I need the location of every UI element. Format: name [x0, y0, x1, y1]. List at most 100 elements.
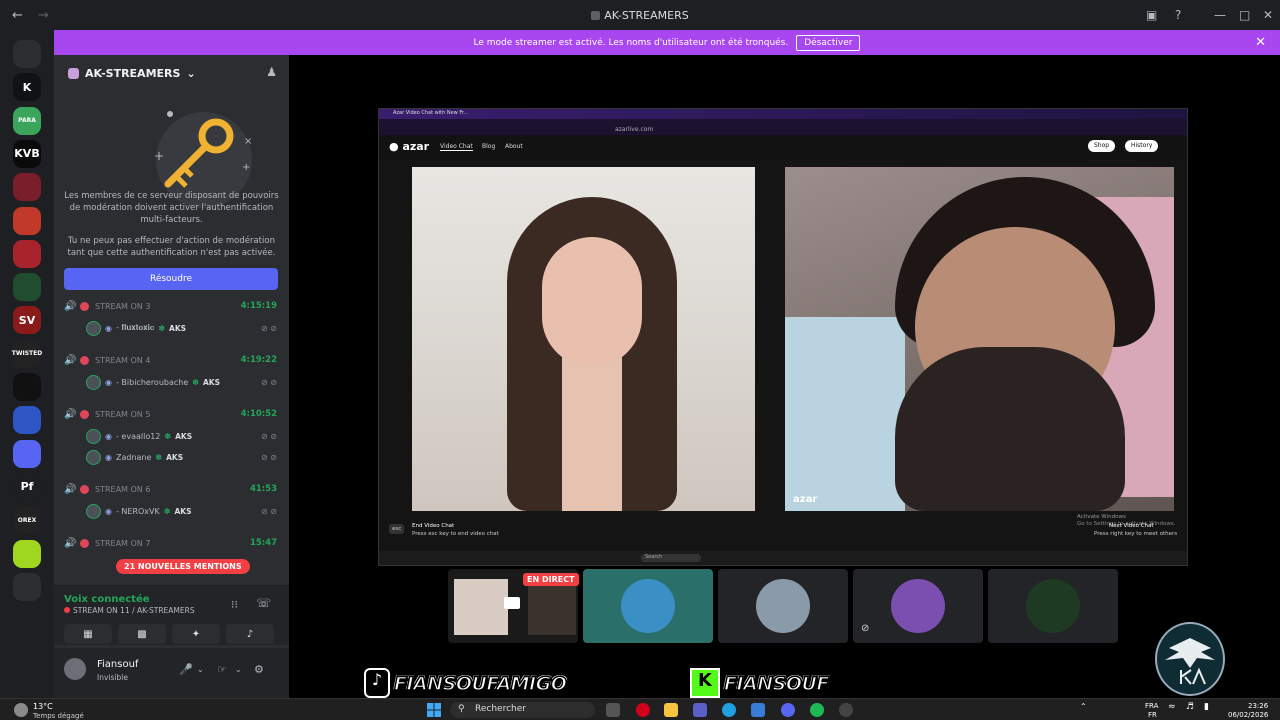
settings-gear-icon[interactable]: ⚙ — [254, 663, 264, 676]
volume-icon[interactable]: ♬ — [1186, 702, 1194, 712]
server-icon-8[interactable]: SV — [13, 306, 41, 335]
azar-logo-text: azar — [402, 140, 430, 153]
participant-tile-4[interactable]: ⊘ — [853, 569, 983, 643]
server-icon-12[interactable] — [13, 439, 41, 468]
discord-icon[interactable] — [781, 703, 795, 717]
voice-connected-label[interactable]: Voix connectée — [64, 594, 150, 605]
muted-icons: ⊘ ⊘ — [261, 431, 277, 441]
user-avatar[interactable] — [64, 658, 86, 680]
end-video-chat: End Video Chat — [412, 523, 455, 529]
voice-channel[interactable]: 🔊 STREAM ON 6 41:53 — [64, 480, 279, 498]
participant-tile-2[interactable] — [583, 569, 713, 643]
audio-options-chevron-icon[interactable]: ⌄ — [235, 665, 242, 674]
server-icon-13[interactable]: Pf — [13, 472, 41, 501]
store-icon[interactable] — [751, 703, 765, 717]
server-icon-0[interactable] — [13, 40, 41, 68]
invite-people-icon[interactable]: ♟ — [266, 65, 277, 79]
spotify-icon[interactable] — [810, 703, 824, 717]
clock-date[interactable]: 06/02/2026 — [1228, 711, 1268, 719]
voice-channel[interactable]: 🔊 STREAM ON 7 15:47 — [64, 534, 279, 552]
microphone-icon[interactable]: 🎤 — [179, 663, 193, 676]
voice-channel[interactable]: 🔊 STREAM ON 3 4:15:19 — [64, 297, 279, 315]
tiktok-username: FIANSOUFAMIGO — [393, 672, 567, 696]
soundboard-button[interactable]: ♪ — [226, 624, 274, 644]
voice-user[interactable]: ◉ - 𝐟𝐥𝐮𝐱𝐭𝐨𝐱𝐢𝐜 ✽ AKS ⊘ ⊘ — [86, 319, 279, 337]
screen-share-button[interactable]: ▩ — [118, 624, 166, 644]
server-icon-15[interactable] — [13, 539, 41, 568]
weather-icon[interactable] — [14, 703, 28, 717]
voice-user[interactable]: ◉ - NEROxVK ✽ AKS ⊘ ⊘ — [86, 502, 279, 520]
server-icon-5[interactable] — [13, 206, 41, 235]
battery-icon[interactable]: ▮ — [1204, 702, 1209, 712]
voice-channel-label[interactable]: STREAM ON 11 / AK-STREAMERS — [73, 606, 195, 615]
activities-button[interactable]: ✦ — [172, 624, 220, 644]
server-icon-1[interactable]: K — [13, 73, 41, 102]
language-indicator[interactable]: FRA — [1145, 702, 1158, 710]
activities-icon: ✦ — [191, 628, 201, 640]
wifi-icon[interactable]: ≈ — [1168, 702, 1176, 712]
user-name[interactable]: Fiansouf — [97, 659, 138, 670]
keyboard-layout[interactable]: FR — [1148, 711, 1157, 719]
voice-user[interactable]: ◉ - Bibicheroubache ✽ AKS ⊘ ⊘ — [86, 373, 279, 391]
maximize-icon[interactable]: □ — [1239, 8, 1250, 22]
participant-avatar-5 — [1026, 579, 1080, 633]
weather-desc[interactable]: Temps dégagé — [33, 712, 84, 720]
server-icon-6[interactable] — [13, 239, 41, 268]
user-tag: AKS — [169, 323, 187, 333]
verified-icon: ✽ — [155, 452, 163, 462]
disconnect-icon[interactable]: ☏ — [256, 596, 271, 610]
noise-suppression-icon[interactable]: ⁝⁝ — [231, 598, 238, 611]
windows-start-icon[interactable] — [427, 703, 441, 717]
mfa-warning-text: Tu ne peux pas effectuer d'action de mod… — [67, 236, 276, 258]
live-dot-icon — [80, 355, 89, 365]
server-icon-7[interactable] — [13, 273, 41, 302]
close-window-icon[interactable]: ✕ — [1263, 8, 1273, 22]
weather-temp[interactable]: 13°C — [33, 702, 53, 711]
voice-channel[interactable]: 🔊 STREAM ON 4 4:19:22 — [64, 351, 279, 369]
search-icon: ⚲ — [458, 704, 465, 714]
server-icon-4[interactable] — [13, 173, 41, 202]
server-icon-10[interactable] — [13, 373, 41, 401]
participant-tile-3[interactable] — [718, 569, 848, 643]
tray-chevron-icon[interactable]: ⌃ — [1080, 702, 1087, 711]
participant-tile-5[interactable] — [988, 569, 1118, 643]
inbox-icon[interactable]: ▣ — [1146, 8, 1157, 22]
user-tag: AKS — [174, 506, 192, 516]
app-icon-extra[interactable] — [839, 703, 853, 717]
screen-share-view[interactable]: Azar Video Chat with New Fr... azarlive.… — [378, 108, 1188, 566]
voice-user[interactable]: ◉ - evaallo12 ✽ AKS ⊘ ⊘ — [86, 427, 279, 445]
camera-off-button[interactable]: ▦ — [64, 624, 112, 644]
live-dot — [64, 607, 70, 613]
voice-user[interactable]: ◉ Zadnane ✽ AKS ⊘ ⊘ — [86, 448, 279, 466]
server-icon-3[interactable]: KVB — [13, 139, 41, 168]
edge-icon[interactable] — [722, 703, 736, 717]
next-video-chat: Next Video Chat — [1109, 523, 1154, 529]
server-header[interactable]: AK-STREAMERS ⌄ — [54, 55, 289, 91]
azar-nav-video-chat: Video Chat — [440, 143, 473, 151]
teams-icon[interactable] — [693, 703, 707, 717]
server-icon-2[interactable]: PARA — [13, 106, 41, 135]
task-view-icon[interactable] — [606, 703, 620, 717]
server-icon-14[interactable]: OREX — [13, 506, 41, 535]
soundboard-icon: ♪ — [246, 628, 254, 640]
server-icon-11[interactable] — [13, 406, 41, 435]
help-icon[interactable]: ? — [1175, 8, 1181, 22]
clock-time[interactable]: 23:26 — [1248, 702, 1268, 710]
file-explorer-icon[interactable] — [664, 703, 678, 717]
voice-channel[interactable]: 🔊 STREAM ON 5 4:10:52 — [64, 405, 279, 423]
user-status: Invisible — [97, 673, 128, 682]
close-banner-icon[interactable]: ✕ — [1255, 35, 1266, 50]
taskbar-search[interactable]: Rechercher — [450, 702, 595, 718]
channel-duration: 4:10:52 — [240, 409, 277, 419]
azar-logo-mark: ● — [389, 140, 403, 153]
new-mentions-pill[interactable]: 21 NOUVELLES MENTIONS — [116, 559, 250, 574]
opera-icon[interactable] — [636, 703, 650, 717]
server-icon-16[interactable] — [13, 572, 41, 601]
headphones-icon[interactable]: ☞ — [217, 663, 227, 676]
resolve-button[interactable]: Résoudre — [64, 268, 278, 290]
disable-streamer-button[interactable]: Désactiver — [796, 34, 861, 51]
person-face — [542, 237, 642, 367]
minimize-icon[interactable]: — — [1214, 8, 1226, 22]
mic-options-chevron-icon[interactable]: ⌄ — [197, 665, 204, 674]
server-icon-9[interactable]: TWISTED — [12, 339, 42, 368]
